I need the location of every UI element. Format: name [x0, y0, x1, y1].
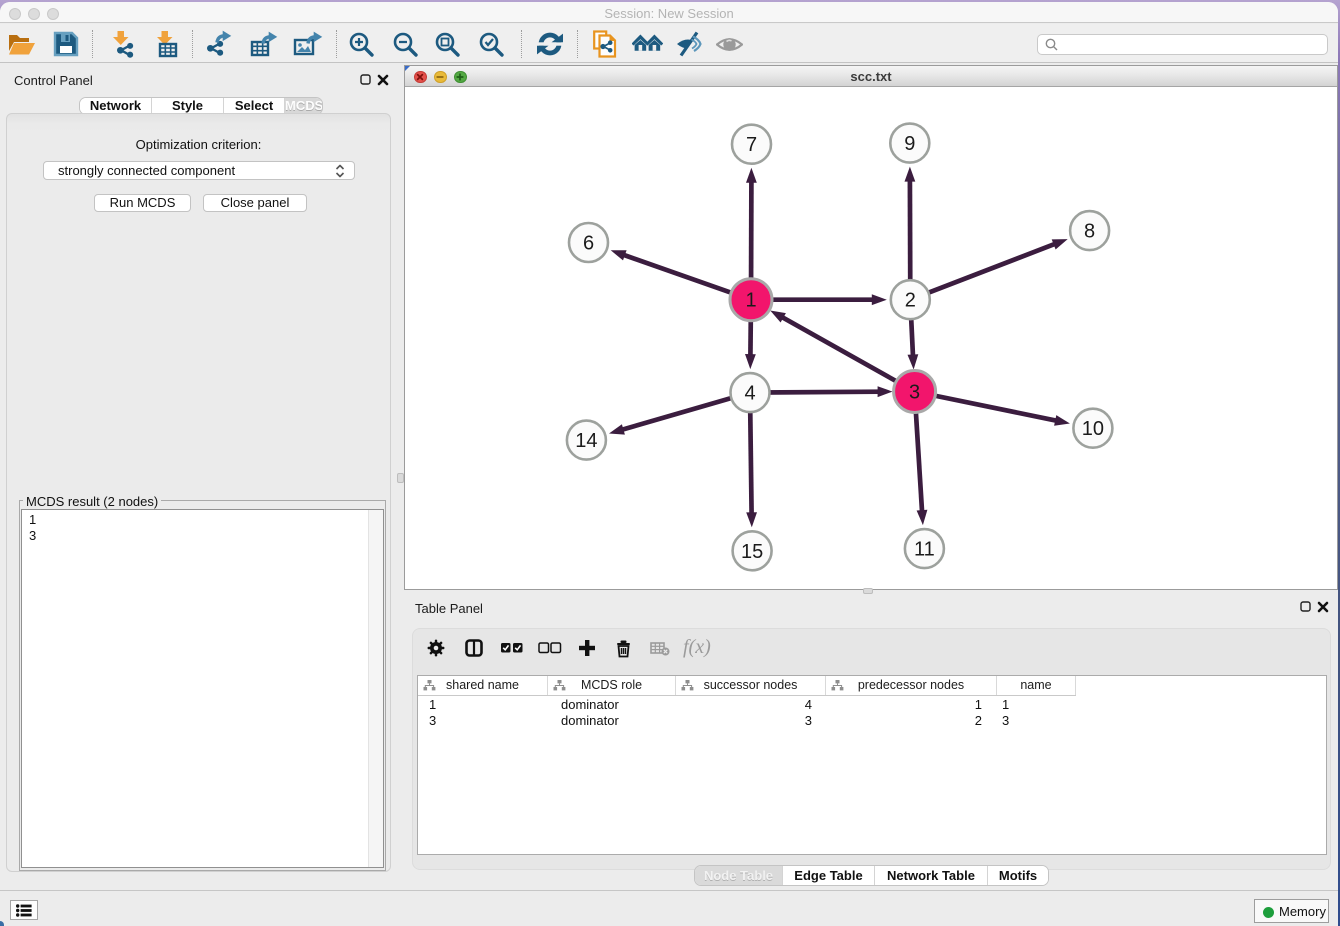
svg-text:2: 2 [905, 290, 916, 312]
svg-text:14: 14 [575, 430, 597, 452]
svg-text:10: 10 [1082, 418, 1104, 440]
svg-text:7: 7 [746, 134, 757, 156]
svg-text:9: 9 [904, 133, 915, 155]
svg-text:8: 8 [1084, 221, 1095, 243]
svg-text:4: 4 [744, 383, 755, 405]
svg-text:15: 15 [741, 541, 763, 563]
svg-text:3: 3 [909, 382, 920, 404]
svg-text:11: 11 [914, 539, 935, 561]
svg-text:6: 6 [583, 233, 594, 255]
svg-text:1: 1 [745, 290, 756, 312]
svg-text:f(x): f(x) [683, 637, 711, 658]
